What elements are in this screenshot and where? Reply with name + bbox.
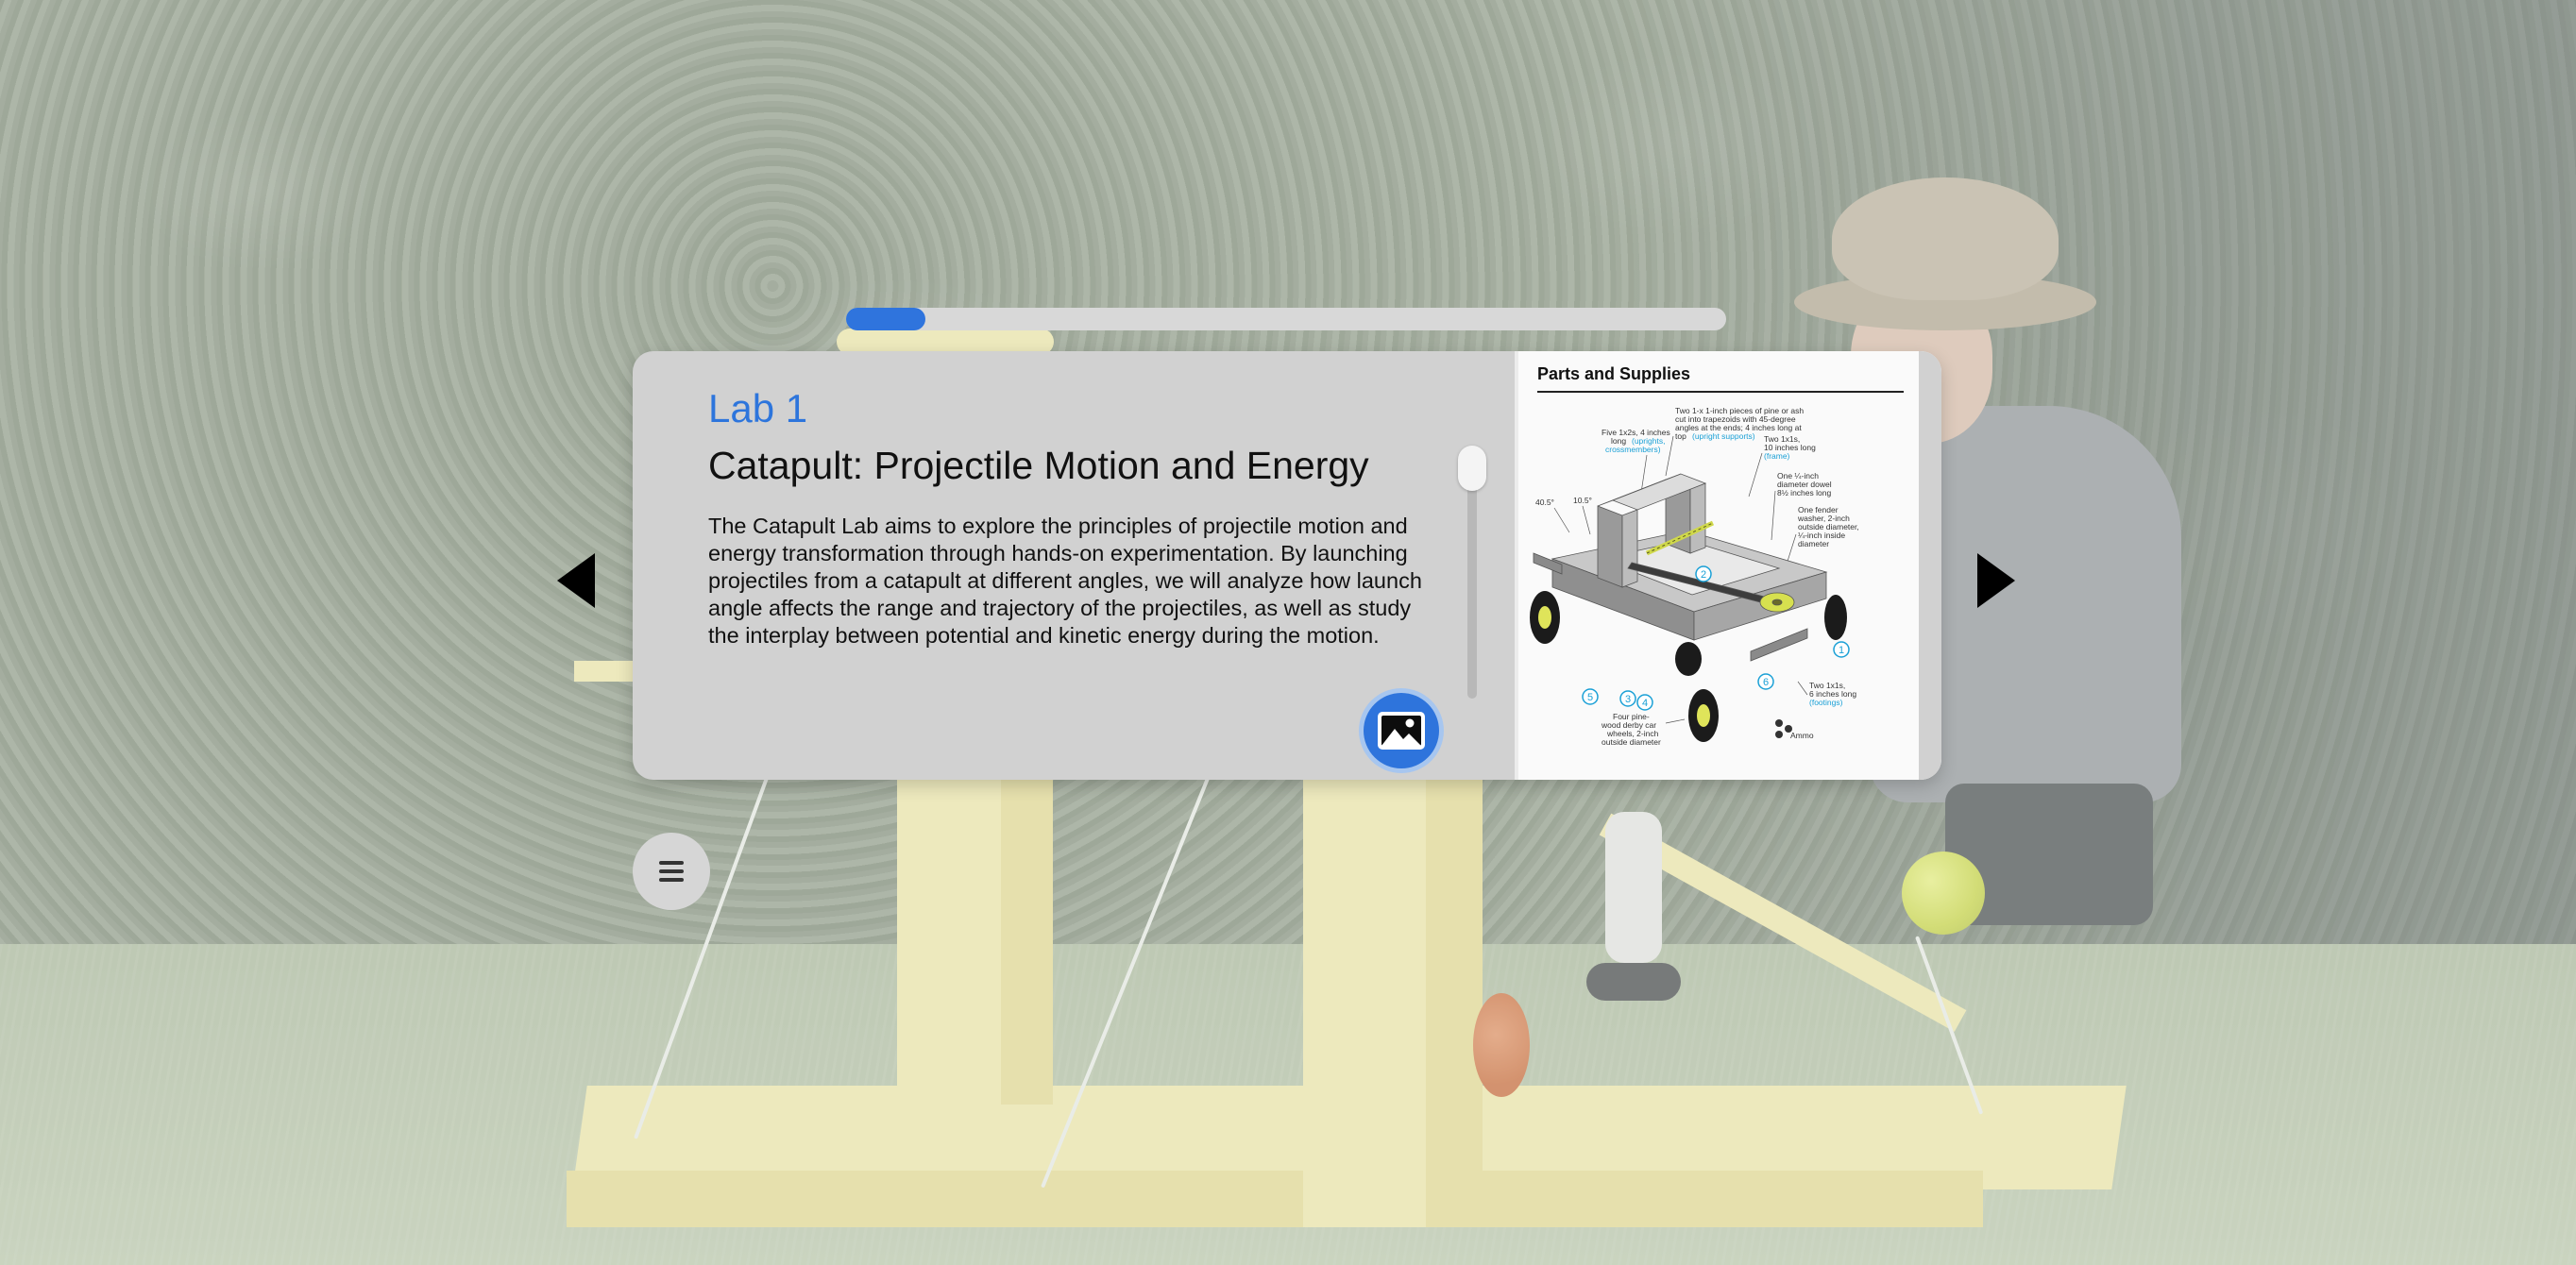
- lab-info: Lab 1 Catapult: Projectile Motion and En…: [708, 386, 1422, 649]
- callout-dowel-3: 8½ inches long: [1777, 488, 1831, 498]
- menu-icon-line: [659, 869, 684, 873]
- lab-number: Lab 1: [708, 386, 808, 430]
- lab-description: The Catapult Lab aims to explore the pri…: [708, 514, 1422, 649]
- menu-button[interactable]: [633, 833, 710, 910]
- callout-five-blue-2: crossmembers): [1605, 445, 1661, 454]
- menu-icon-line: [659, 878, 684, 882]
- supplies-divider: [1537, 391, 1904, 393]
- callout-ammo: Ammo: [1790, 731, 1814, 740]
- callout-footing-blue: (footings): [1809, 698, 1843, 707]
- parts-and-supplies-panel: Parts and Supplies Two 1-x 1-inch pieces…: [1515, 351, 1941, 780]
- step-number-1: 1: [1839, 645, 1844, 656]
- lab-progress-fill: [846, 308, 925, 330]
- step-number-4: 4: [1642, 698, 1648, 709]
- description-scrollbar[interactable]: [1458, 446, 1486, 699]
- callout-washer-5: diameter: [1798, 539, 1829, 548]
- lab-title: Catapult: Projectile Motion and Energy: [708, 444, 1369, 488]
- callout-frame-blue: (frame): [1764, 451, 1790, 461]
- view-image-button[interactable]: [1364, 693, 1439, 768]
- scrollbar-thumb[interactable]: [1458, 446, 1486, 491]
- step-number-6: 6: [1763, 677, 1769, 688]
- callout-pine-blue: (upright supports): [1692, 431, 1755, 441]
- step-number-5: 5: [1587, 692, 1593, 703]
- callout-wheels-4: outside diameter: [1602, 737, 1661, 747]
- chevron-right-icon[interactable]: [1977, 553, 2015, 608]
- step-number-2: 2: [1701, 569, 1706, 581]
- catapult-parts-diagram: Two 1-x 1-inch pieces of pine or ash cut…: [1530, 406, 1859, 747]
- chevron-left-icon[interactable]: [557, 553, 595, 608]
- menu-icon: [659, 861, 684, 865]
- supplies-panel-edge: [1919, 351, 1941, 780]
- callout-angle-1: 40.5°: [1535, 498, 1554, 507]
- lab-card: Lab 1 Catapult: Projectile Motion and En…: [633, 351, 1941, 780]
- supplies-title: Parts and Supplies: [1537, 364, 1691, 383]
- callout-pine-4: top: [1675, 431, 1686, 441]
- image-icon: [1378, 712, 1425, 750]
- lab-progress-bar: [846, 308, 1726, 330]
- callout-angle-2: 10.5°: [1573, 496, 1592, 505]
- step-number-3: 3: [1625, 694, 1631, 705]
